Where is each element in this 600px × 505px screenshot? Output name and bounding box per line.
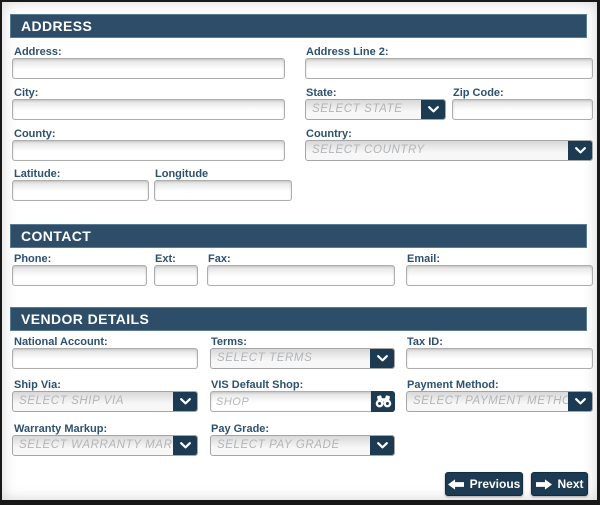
zip-code-label: Zip Code:: [453, 87, 504, 99]
terms-select[interactable]: SELECT TERMS: [210, 348, 395, 369]
national-account-input[interactable]: [12, 348, 198, 369]
payment-method-label: Payment Method:: [407, 379, 499, 391]
chevron-down-icon: [568, 141, 592, 160]
vis-default-shop-label: VIS Default Shop:: [211, 379, 304, 391]
arrow-right-icon: [535, 478, 552, 490]
county-label: County:: [14, 128, 56, 140]
section-header-address: ADDRESS: [10, 14, 587, 38]
chevron-down-icon: [173, 392, 197, 411]
vis-default-shop-input[interactable]: [210, 391, 372, 412]
payment-method-select[interactable]: SELECT PAYMENT METHOD: [406, 391, 593, 412]
city-label: City:: [14, 87, 39, 99]
section-header-contact: CONTACT: [10, 224, 587, 248]
phone-input[interactable]: [12, 265, 147, 286]
latitude-input[interactable]: [12, 180, 149, 201]
ship-via-select-value: SELECT SHIP VIA: [19, 395, 125, 407]
address-label: Address:: [14, 46, 62, 58]
chevron-down-icon: [370, 349, 394, 368]
email-input[interactable]: [406, 265, 593, 286]
warranty-markup-label: Warranty Markup:: [14, 423, 108, 435]
longitude-label: Longitude: [155, 168, 209, 180]
state-select-value: SELECT STATE: [312, 103, 403, 115]
previous-button[interactable]: Previous: [445, 472, 523, 496]
country-label: Country:: [306, 128, 352, 140]
terms-label: Terms:: [211, 336, 247, 348]
ship-via-label: Ship Via:: [14, 379, 61, 391]
next-button[interactable]: Next: [531, 472, 588, 496]
tax-id-label: Tax ID:: [407, 336, 443, 348]
pay-grade-select[interactable]: SELECT PAY GRADE: [210, 435, 395, 456]
pay-grade-label: Pay Grade:: [211, 423, 270, 435]
city-input[interactable]: [12, 99, 285, 120]
fax-input[interactable]: [207, 265, 395, 286]
email-label: Email:: [407, 253, 441, 265]
zip-code-input[interactable]: [452, 99, 593, 120]
state-label: State:: [306, 87, 337, 99]
vendor-form-page: ADDRESS Address: Address Line 2: City: S…: [0, 0, 600, 505]
county-input[interactable]: [12, 140, 285, 161]
chevron-down-icon: [370, 436, 394, 455]
chevron-down-icon: [421, 100, 445, 119]
chevron-down-icon: [173, 436, 197, 455]
warranty-markup-select[interactable]: SELECT WARRANTY MARKUP: [12, 435, 198, 456]
warranty-markup-select-value: SELECT WARRANTY MARKUP: [19, 439, 173, 451]
ext-input[interactable]: [154, 265, 198, 286]
phone-label: Phone:: [14, 253, 52, 265]
tax-id-input[interactable]: [406, 348, 593, 369]
latitude-label: Latitude:: [14, 168, 61, 180]
state-select[interactable]: SELECT STATE: [305, 99, 446, 120]
country-select-value: SELECT COUNTRY: [312, 144, 425, 156]
chevron-down-icon: [568, 392, 592, 411]
fax-label: Fax:: [208, 253, 231, 265]
pay-grade-select-value: SELECT PAY GRADE: [217, 439, 340, 451]
ext-label: Ext:: [155, 253, 176, 265]
payment-method-select-value: SELECT PAYMENT METHOD: [413, 395, 568, 407]
country-select[interactable]: SELECT COUNTRY: [305, 140, 593, 161]
arrow-left-icon: [447, 478, 464, 490]
section-header-vendor-details: VENDOR DETAILS: [10, 307, 587, 331]
terms-select-value: SELECT TERMS: [217, 352, 313, 364]
ship-via-select[interactable]: SELECT SHIP VIA: [12, 391, 198, 412]
binoculars-icon: [375, 395, 392, 408]
next-button-label: Next: [557, 477, 584, 491]
shop-lookup-button[interactable]: [371, 391, 395, 412]
address-line2-label: Address Line 2:: [306, 46, 389, 58]
national-account-label: National Account:: [14, 336, 108, 348]
longitude-input[interactable]: [154, 180, 292, 201]
address-line2-input[interactable]: [305, 58, 593, 79]
address-input[interactable]: [12, 58, 285, 79]
previous-button-label: Previous: [469, 477, 521, 491]
